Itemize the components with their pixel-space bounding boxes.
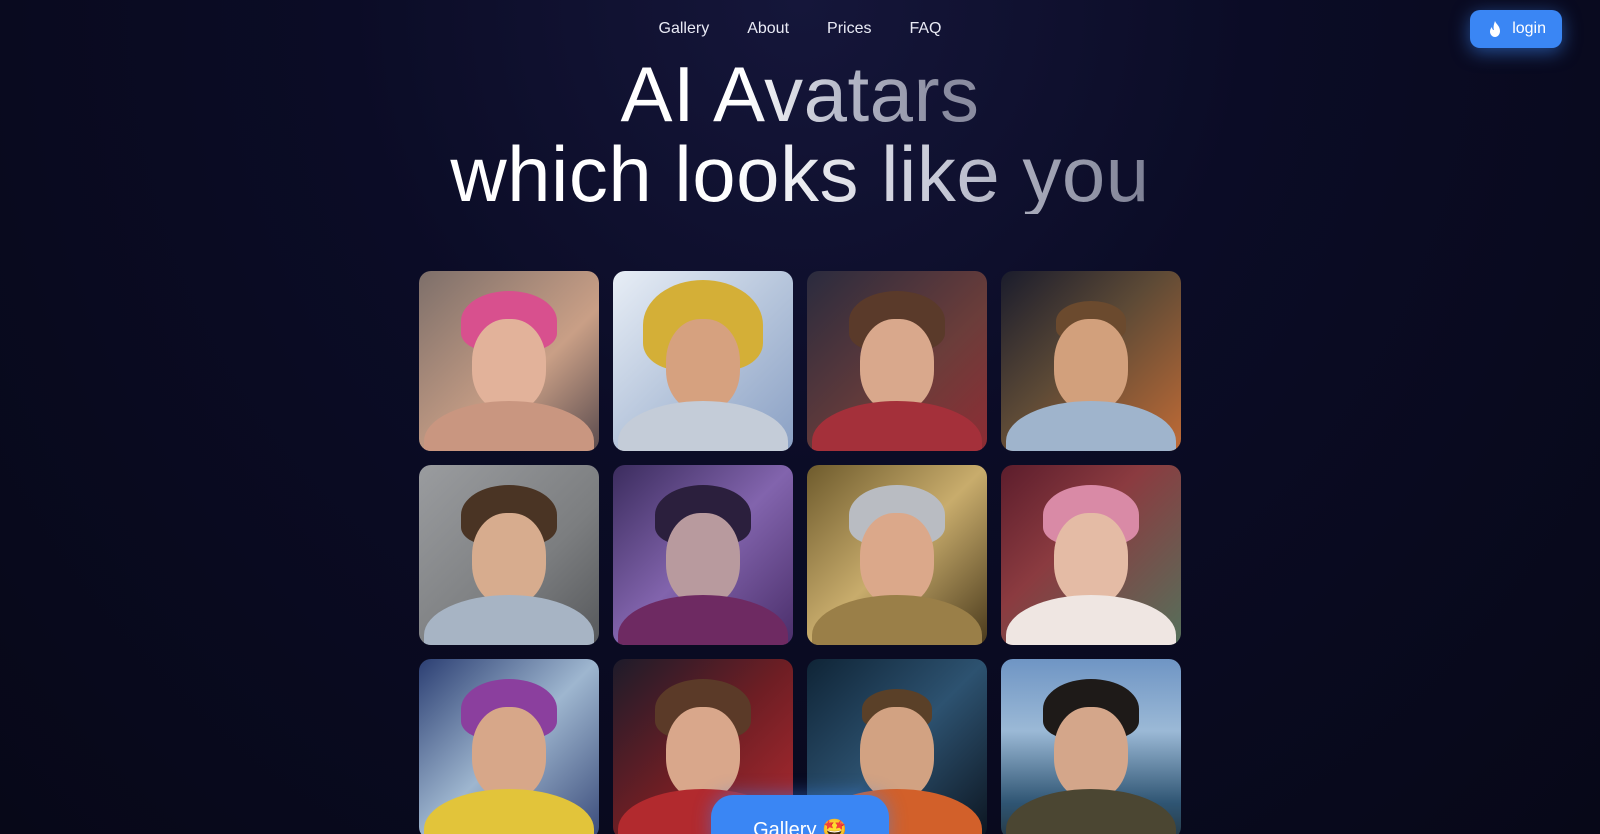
nav-link-prices[interactable]: Prices [827,20,871,38]
avatar-face [472,512,546,605]
avatar-face [472,706,546,799]
avatar-face [1054,318,1128,411]
avatar-tile-silver-hair-woman[interactable] [807,465,987,645]
avatar-face [860,706,934,799]
nav-link-about[interactable]: About [747,20,789,38]
avatar-shoulders [1006,789,1176,834]
avatar-face [1054,512,1128,605]
avatar-face [666,318,740,411]
avatar-face [1054,706,1128,799]
avatar-face [860,512,934,605]
avatar-tile-camera-woman[interactable] [419,659,599,834]
avatar-tile-forest-woman[interactable] [613,465,793,645]
avatar-suit [1006,401,1176,451]
avatar-tile-pink-hair-woman[interactable] [419,271,599,451]
avatar-shoulders [424,789,594,834]
avatar-shoulders [618,595,788,645]
flame-icon [1486,20,1504,38]
avatar-face [860,318,934,411]
nav-link-gallery[interactable]: Gallery [659,20,710,38]
avatar-shoulders [812,595,982,645]
avatar-shoulders [1006,595,1176,645]
gallery-button[interactable]: Gallery 🤩 [711,795,889,834]
avatar-tile-sunglasses-man[interactable] [1001,659,1181,834]
hero-title-line2: which looks like you [450,130,1150,218]
avatar-tile-red-top-woman[interactable] [807,271,987,451]
avatar-face [666,512,740,605]
avatar-face [472,318,546,411]
avatar-shoulders [618,401,788,451]
page: Gallery About Prices FAQ login AI Avatar… [0,0,1600,834]
nav-link-faq[interactable]: FAQ [909,20,941,38]
avatar-shoulders [812,401,982,451]
avatar-shoulders [424,401,594,451]
avatar-gallery-grid [419,271,1181,834]
hero-heading: AI Avatars which looks like you [0,54,1600,214]
avatar-tile-pink-hair-girl[interactable] [1001,465,1181,645]
avatar-tile-knight-helmet-man[interactable] [613,271,793,451]
avatar-shoulders [424,595,594,645]
avatar-tile-bearded-man[interactable] [419,465,599,645]
login-label: login [1512,20,1546,37]
login-button[interactable]: login [1470,10,1562,48]
avatar-face [666,706,740,799]
hero-title-line1: AI Avatars [620,50,980,138]
avatar-tile-astronaut-man[interactable] [1001,271,1181,451]
